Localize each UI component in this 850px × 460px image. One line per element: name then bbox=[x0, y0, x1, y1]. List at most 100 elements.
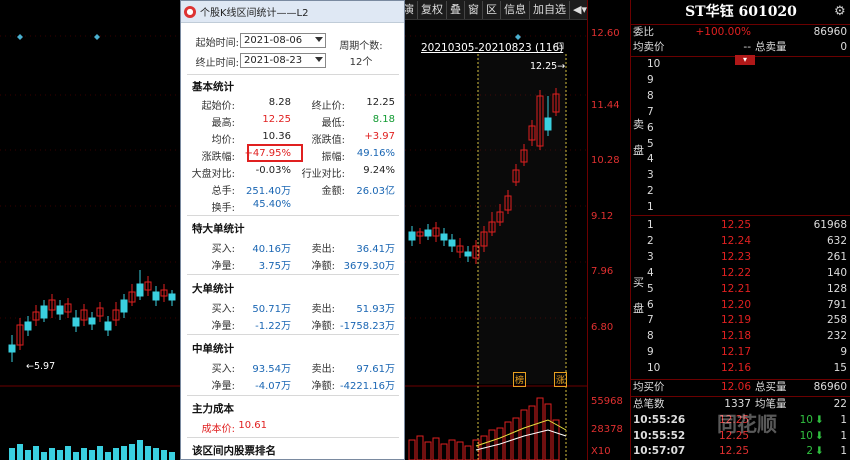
buy-row[interactable]: 6 12.20 791 bbox=[631, 298, 850, 313]
buy-avg-row: 均买价 12.06 总买量 86960 bbox=[633, 381, 847, 393]
dialog-titlebar[interactable]: ● 个股K线区间统计——L2 bbox=[181, 1, 404, 23]
start-label: 起始时间: bbox=[195, 38, 239, 49]
sell-row[interactable]: 10 bbox=[631, 57, 850, 72]
volume-bar bbox=[113, 448, 119, 460]
buy-level: 6 bbox=[647, 298, 654, 311]
volume-bar bbox=[161, 450, 167, 460]
sell-level: 5 bbox=[647, 137, 654, 150]
range-stats-dialog: ● 个股K线区间统计——L2 起始时间: 2021-08-06 终止时间: 20… bbox=[180, 0, 405, 460]
amp-value: 49.16% bbox=[356, 148, 395, 159]
sell-row[interactable]: 3 bbox=[631, 168, 850, 183]
high-value: 12.25 bbox=[262, 114, 291, 125]
buy-row[interactable]: 4 12.22 140 bbox=[631, 266, 850, 281]
candle-body bbox=[8, 344, 16, 353]
sell-row[interactable]: 2 bbox=[631, 184, 850, 199]
buy-row[interactable]: 5 12.21 128 bbox=[631, 282, 850, 297]
buy-level: 5 bbox=[647, 282, 654, 295]
buy-row[interactable]: 10 12.16 15 bbox=[631, 361, 850, 376]
flag-bang: 榜 bbox=[513, 372, 527, 387]
down-arrow-icon: ⬇ bbox=[815, 429, 824, 442]
md-buy-label: 买入: bbox=[211, 364, 235, 375]
candle-body bbox=[88, 317, 96, 325]
vol-label: 总手: bbox=[211, 186, 235, 197]
toolbar-add-favorite[interactable]: 加自选 bbox=[530, 0, 570, 19]
turn-label: 换手: bbox=[211, 203, 235, 214]
candle-body bbox=[120, 299, 128, 313]
mkt-label: 大盘对比: bbox=[191, 169, 235, 180]
sell-row[interactable]: 7 bbox=[631, 105, 850, 120]
buy-level: 10 bbox=[647, 362, 661, 375]
xl-buy-value: 40.16万 bbox=[252, 244, 291, 255]
candle-body bbox=[104, 321, 112, 331]
md-order-header: 中单统计 bbox=[192, 343, 234, 355]
volume-bar bbox=[17, 444, 23, 460]
mkt-value: -0.03% bbox=[255, 165, 291, 176]
avg-value: 10.36 bbox=[262, 131, 291, 142]
sell-level: 9 bbox=[647, 73, 654, 86]
sell-row[interactable]: 5 bbox=[631, 137, 850, 152]
buy-price: 12.23 bbox=[720, 250, 751, 263]
gear-icon[interactable]: ⚙ bbox=[834, 4, 846, 19]
watermark-logo: 同花顺 bbox=[717, 412, 777, 436]
buy-price: 12.20 bbox=[720, 298, 751, 311]
buy-price: 12.18 bbox=[720, 330, 751, 343]
md-sell-value: 97.61万 bbox=[356, 364, 395, 375]
buy-volume: 261 bbox=[826, 250, 847, 263]
buy-row[interactable]: 9 12.17 9 bbox=[631, 345, 850, 360]
down-arrow-icon: ⬇ bbox=[815, 414, 824, 426]
sell-level: 1 bbox=[647, 201, 654, 214]
end-date-select[interactable]: 2021-08-23 bbox=[240, 53, 326, 68]
volume-bar bbox=[137, 440, 143, 460]
candle-body bbox=[424, 229, 432, 237]
toolbar-range[interactable]: 区 bbox=[483, 0, 501, 19]
candle-body bbox=[40, 305, 48, 319]
price-tick: 11.44 bbox=[591, 100, 620, 111]
buy-row[interactable]: 3 12.23 261 bbox=[631, 250, 850, 265]
lg-net-value: -1.22万 bbox=[255, 321, 291, 332]
buy-volume: 258 bbox=[826, 314, 847, 327]
xl-net-value: 3.75万 bbox=[258, 261, 291, 272]
sell-row[interactable]: 4 bbox=[631, 152, 850, 167]
md-netamt-label: 净额: bbox=[311, 381, 335, 392]
candle-body bbox=[408, 231, 416, 241]
lg-order-header: 大单统计 bbox=[192, 283, 234, 295]
sell-row[interactable]: 1 bbox=[631, 200, 850, 215]
ind-label: 行业对比: bbox=[301, 169, 345, 180]
sell-level: 6 bbox=[647, 121, 654, 134]
high-label: 最高: bbox=[211, 118, 235, 129]
sell-row[interactable]: 9 bbox=[631, 73, 850, 88]
buy-row[interactable]: 7 12.19 258 bbox=[631, 313, 850, 328]
volume-bar bbox=[153, 448, 159, 460]
tick-volume: 10 bbox=[799, 429, 813, 442]
buy-row[interactable]: 2 12.24 632 bbox=[631, 234, 850, 249]
volume-bar bbox=[49, 448, 55, 460]
chevron-down-icon bbox=[315, 57, 323, 62]
buy-level: 4 bbox=[647, 266, 654, 279]
buy-row[interactable]: 8 12.18 232 bbox=[631, 329, 850, 344]
candle-body bbox=[448, 239, 456, 247]
tick-price: 12.25 bbox=[719, 445, 750, 457]
basic-stats-header: 基本统计 bbox=[192, 81, 234, 93]
buy-row[interactable]: 1 12.25 61968 bbox=[631, 218, 850, 233]
candle-body bbox=[136, 283, 144, 297]
sell-row[interactable]: 6 bbox=[631, 121, 850, 136]
toolbar-fuquan[interactable]: 复权 bbox=[418, 0, 447, 19]
sell-row[interactable]: 8 bbox=[631, 89, 850, 104]
toolbar-window[interactable]: 窗 bbox=[465, 0, 483, 19]
start-date-select[interactable]: 2021-08-06 bbox=[240, 33, 326, 48]
toolbar-overlay[interactable]: 叠 bbox=[447, 0, 465, 19]
lg-net-label: 净量: bbox=[211, 321, 235, 332]
buy-price: 12.17 bbox=[720, 346, 751, 359]
xl-order-header: 特大单统计 bbox=[192, 223, 245, 235]
amp-label: 振幅: bbox=[321, 152, 345, 163]
event-diamond-icon bbox=[17, 34, 23, 40]
lock-icon[interactable]: ⊡ bbox=[556, 41, 564, 52]
close-value: 12.25 bbox=[366, 97, 395, 108]
rank-header[interactable]: 该区间内股票排名 bbox=[192, 443, 276, 458]
toolbar-info[interactable]: 信息 bbox=[501, 0, 530, 19]
sell-level: 10 bbox=[647, 58, 661, 70]
price-tick: 6.80 bbox=[591, 322, 614, 333]
candle-body bbox=[464, 251, 472, 257]
cost-header: 主力成本 bbox=[192, 403, 234, 415]
volume-bar bbox=[65, 446, 71, 460]
